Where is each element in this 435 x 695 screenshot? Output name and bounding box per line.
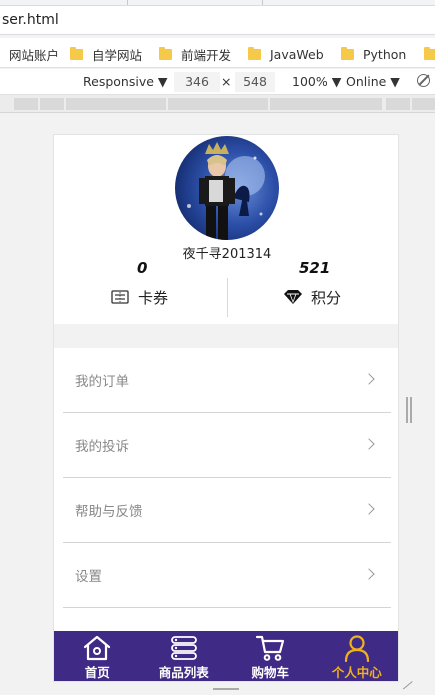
username: 夜千寻201314 (182, 247, 272, 262)
bottom-resize-handle[interactable] (213, 688, 239, 690)
ruler-segment[interactable] (386, 98, 410, 110)
tab-home[interactable]: 首页 (54, 631, 141, 681)
browser-address-area: ser.html (0, 0, 435, 38)
home-icon (84, 635, 111, 661)
bookmark-item[interactable]: 前端开发 (159, 45, 231, 63)
tab-cart[interactable]: 购物车 (227, 631, 314, 681)
bookmark-label: 前端开发 (181, 47, 232, 63)
cart-icon (256, 635, 285, 661)
divider (227, 278, 228, 317)
device-toolbar: Responsive ▼ 346 × 548 100% ▼ Online ▼ (0, 69, 435, 95)
user-icon (344, 635, 369, 662)
chevron-right-icon (363, 373, 375, 385)
tab-product-list[interactable]: 商品列表 (141, 631, 228, 681)
bookmark-label: 自学网站 (92, 47, 143, 63)
bookmark-label: 网站账户 (9, 47, 60, 63)
ruler-segment[interactable] (270, 98, 382, 110)
bookmark-label: Python (363, 46, 407, 62)
tab-profile[interactable]: 个人中心 (314, 631, 399, 681)
bookmark-item[interactable]: Python (341, 45, 406, 63)
menu-item-settings[interactable]: 设置 (63, 543, 391, 608)
folder-icon (70, 46, 83, 60)
folder-icon (248, 46, 261, 60)
dimension-separator: × (221, 74, 232, 89)
folder-icon (159, 46, 172, 60)
avatar[interactable] (175, 136, 279, 240)
avatar-image (175, 136, 279, 240)
tab-label: 商品列表 (158, 665, 209, 680)
device-select[interactable]: Responsive ▼ (83, 74, 168, 89)
stat-coupons-count: 0 (137, 259, 148, 277)
corner-resize-handle[interactable] (402, 681, 418, 695)
points-label: 积分 (311, 288, 342, 307)
section-gap (54, 324, 398, 348)
coupons-button[interactable]: 卡券 (111, 286, 168, 308)
resize-handle[interactable] (406, 397, 412, 423)
zoom-select[interactable]: 100% ▼ (292, 74, 341, 89)
bookmarks-bar: 网站账户 自学网站 前端开发 JavaWeb Python (0, 38, 435, 68)
bookmark-label: JavaWeb (270, 46, 324, 62)
bookmark-item[interactable]: 自学网站 (70, 45, 142, 63)
chevron-right-icon (363, 503, 375, 515)
stat-points-count: 521 (299, 259, 331, 277)
address-bar[interactable]: ser.html (0, 5, 435, 35)
bookmark-item[interactable]: JavaWeb (248, 45, 324, 63)
address-text: ser.html (2, 12, 59, 28)
menu-item-help[interactable]: 帮助与反馈 (63, 478, 391, 543)
diamond-icon (284, 290, 302, 304)
rotate-icon[interactable] (417, 74, 430, 87)
folder-icon (424, 46, 435, 60)
ruler-segment[interactable] (412, 98, 435, 110)
ticket-icon (111, 290, 129, 304)
network-select[interactable]: Online ▼ (346, 74, 400, 89)
bottom-tab-bar: 首页 商品列表 购物车 个人中心 (54, 631, 399, 681)
coupons-label: 卡券 (138, 288, 169, 307)
menu-label: 帮助与反馈 (75, 504, 143, 520)
menu-item-complaints[interactable]: 我的投诉 (63, 413, 391, 478)
ruler-segment[interactable] (40, 98, 64, 110)
ruler-segment[interactable] (66, 98, 166, 110)
tab-label: 首页 (84, 665, 110, 680)
list-icon (170, 636, 197, 660)
menu-item-orders[interactable]: 我的订单 (63, 348, 391, 413)
ruler-segment[interactable] (14, 98, 38, 110)
device-viewport: 夜千寻201314 0 521 卡券 积分 我的订单 我的投诉 帮助与反馈 设置 (53, 134, 399, 682)
width-input[interactable]: 346 (174, 72, 220, 92)
folder-icon (341, 46, 354, 60)
height-input[interactable]: 548 (235, 72, 275, 92)
chevron-right-icon (363, 438, 375, 450)
tab-label: 购物车 (251, 665, 289, 680)
media-query-ruler (0, 95, 435, 113)
tab-label: 个人中心 (331, 665, 382, 680)
chevron-right-icon (363, 568, 375, 580)
ruler-segment[interactable] (168, 98, 268, 110)
points-button[interactable]: 积分 (283, 286, 341, 308)
menu-label: 我的订单 (75, 374, 129, 390)
bookmark-item[interactable] (424, 45, 435, 63)
menu-label: 设置 (75, 569, 102, 585)
menu-label: 我的投诉 (75, 439, 129, 455)
bookmark-item[interactable]: 网站账户 (9, 45, 59, 63)
